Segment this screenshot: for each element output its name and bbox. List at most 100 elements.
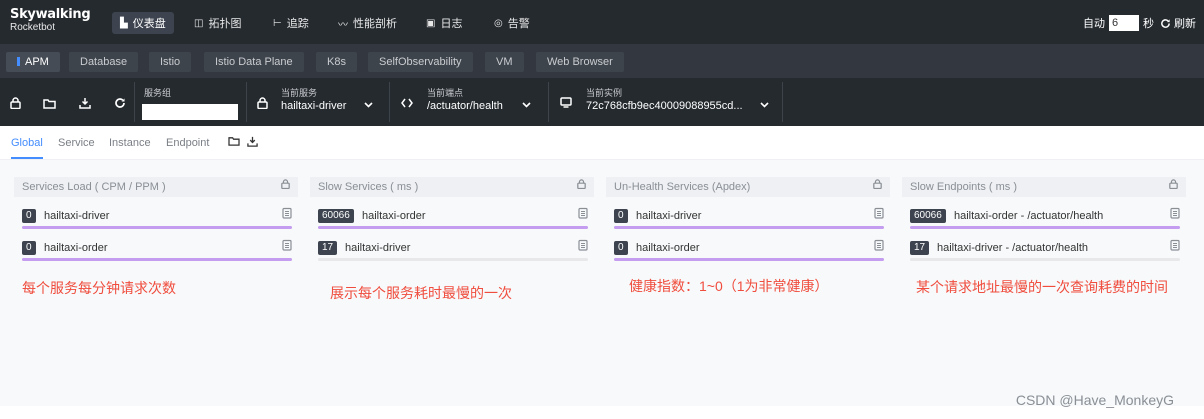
nav-label: 拓扑图	[208, 18, 242, 30]
nav-item-trace[interactable]: ⊢ 追踪	[265, 12, 317, 34]
divider	[782, 82, 783, 122]
copy-icon[interactable]	[578, 239, 588, 254]
instance-value: 72c768cfb9ec40009088955cd...	[586, 100, 743, 112]
lock-icon	[9, 97, 21, 109]
list-item[interactable]: 17 hailtaxi-driver	[310, 233, 594, 263]
value-badge: 17	[318, 241, 338, 255]
copy-icon[interactable]	[874, 239, 884, 254]
panel-title: Un-Health Services (Apdex)	[606, 177, 890, 197]
endpoint-name: hailtaxi-order - /actuator/health	[954, 210, 1104, 222]
service-group-label: 服务组	[144, 88, 172, 98]
service-group-input[interactable]	[142, 104, 238, 120]
value-badge: 0	[22, 209, 36, 223]
list-item[interactable]: 0 hailtaxi-order	[606, 233, 890, 263]
service-name: hailtaxi-driver	[636, 210, 702, 222]
copy-icon[interactable]	[282, 207, 292, 222]
download-icon[interactable]	[247, 136, 258, 150]
list-item[interactable]: 0 hailtaxi-order	[14, 233, 298, 263]
tab-endpoint[interactable]: Endpoint	[166, 137, 209, 149]
layer-tab-vm[interactable]: VM	[485, 52, 524, 72]
tab-global[interactable]: Global	[11, 137, 43, 159]
endpoint-chevron-down-icon[interactable]	[522, 100, 531, 111]
auto-refresh-interval-input[interactable]: 6	[1109, 15, 1139, 31]
auto-refresh: 自动 6 秒 刷新	[1083, 12, 1204, 34]
service-name: hailtaxi-driver	[44, 210, 110, 222]
download-tool-button[interactable]	[78, 96, 92, 110]
nav-label: 日志	[440, 18, 463, 30]
nav-item-dashboard[interactable]: ▙ 仪表盘	[112, 12, 174, 34]
annotation-services-load: 每个服务每分钟请求次数	[22, 280, 176, 296]
service-label: 当前服务	[281, 88, 318, 98]
nav-item-profile[interactable]: 〰 性能剖析	[330, 12, 405, 34]
folder-icon[interactable]	[228, 136, 240, 149]
lock-icon[interactable]	[873, 177, 882, 197]
divider	[548, 82, 549, 122]
app-logo[interactable]: Skywalking Rocketbot	[10, 8, 91, 33]
watermark: CSDN @Have_MonkeyG	[1015, 392, 1174, 408]
tab-instance[interactable]: Instance	[109, 137, 151, 149]
list-item[interactable]: 60066 hailtaxi-order	[310, 201, 594, 231]
list-item[interactable]: 0 hailtaxi-driver	[606, 201, 890, 231]
lock-tool-button[interactable]	[8, 96, 22, 110]
list-item[interactable]: 0 hailtaxi-driver	[14, 201, 298, 231]
nav-item-alarm[interactable]: ◎ 告警	[486, 12, 538, 34]
layer-tab-database[interactable]: Database	[69, 52, 139, 72]
lock-icon[interactable]	[281, 177, 290, 197]
panel-services-load: Services Load ( CPM / PPM ) 0 hailtaxi-d…	[14, 177, 298, 269]
service-chevron-down-icon[interactable]	[364, 100, 373, 111]
service-value: hailtaxi-driver	[281, 100, 347, 112]
nav-item-topology[interactable]: ◫ 拓扑图	[186, 12, 249, 34]
nav-item-log[interactable]: ▣ 日志	[418, 12, 470, 34]
layer-tab-selfobservability[interactable]: SelfObservability	[368, 52, 473, 72]
service-selector[interactable]: 当前服务 hailtaxi-driver	[281, 88, 346, 118]
alarm-icon: ◎	[494, 17, 503, 29]
layer-tabs: APM Database Istio Istio Data Plane K8s …	[0, 44, 1204, 78]
download-icon	[79, 98, 91, 109]
reload-tool-button[interactable]	[113, 96, 127, 110]
service-name: hailtaxi-order	[636, 242, 700, 254]
trace-icon: ⊢	[273, 17, 282, 29]
logo-sub: Rocketbot	[10, 22, 56, 33]
layer-tab-istio-data-plane[interactable]: Istio Data Plane	[204, 52, 304, 72]
layer-tab-k8s[interactable]: K8s	[316, 52, 357, 72]
value-bar-fill	[614, 258, 884, 261]
endpoint-label: 当前端点	[427, 88, 464, 98]
layer-tab-istio[interactable]: Istio	[149, 52, 192, 72]
top-nav: Skywalking Rocketbot ▙ 仪表盘 ◫ 拓扑图 ⊢ 追踪 〰 …	[0, 0, 1204, 44]
refresh-icon	[1161, 18, 1170, 28]
layer-tab-web-browser[interactable]: Web Browser	[536, 52, 624, 72]
topology-icon: ◫	[194, 17, 204, 29]
lock-icon[interactable]	[1169, 177, 1178, 197]
copy-icon[interactable]	[578, 207, 588, 222]
copy-icon[interactable]	[282, 239, 292, 254]
divider	[134, 82, 135, 122]
endpoint-selector[interactable]: 当前端点 /actuator/health	[427, 88, 503, 118]
folder-tool-button[interactable]	[42, 96, 56, 110]
refresh-button[interactable]: 刷新	[1160, 15, 1196, 31]
service-name: hailtaxi-driver	[345, 242, 411, 254]
nav-label: 追踪	[286, 18, 309, 30]
copy-icon[interactable]	[874, 207, 884, 222]
layer-tab-apm[interactable]: APM	[6, 52, 60, 72]
panel-unhealth-services: Un-Health Services (Apdex) 0 hailtaxi-dr…	[606, 177, 890, 269]
divider	[389, 82, 390, 122]
annotation-slow-endpoints: 某个请求地址最慢的一次查询耗费的时间	[916, 279, 1168, 295]
instance-selector[interactable]: 当前实例 72c768cfb9ec40009088955cd...	[586, 88, 743, 118]
dashboard-tabs: Global Service Instance Endpoint	[0, 126, 1204, 160]
panel-title-text: Services Load ( CPM / PPM )	[22, 181, 166, 193]
instance-chevron-down-icon[interactable]	[760, 100, 769, 111]
value-bar	[318, 226, 588, 229]
list-item[interactable]: 17 hailtaxi-driver - /actuator/health	[902, 233, 1186, 263]
auto-refresh-toggle[interactable]: 自动	[1083, 15, 1105, 31]
endpoint-name: hailtaxi-driver - /actuator/health	[937, 242, 1089, 254]
lock-icon[interactable]	[577, 177, 586, 197]
nav-label: 仪表盘	[132, 18, 166, 30]
list-item[interactable]: 60066 hailtaxi-order - /actuator/health	[902, 201, 1186, 231]
copy-icon[interactable]	[1170, 239, 1180, 254]
tab-service[interactable]: Service	[58, 137, 95, 149]
copy-icon[interactable]	[1170, 207, 1180, 222]
value-bar-fill	[318, 226, 588, 229]
value-bar	[614, 258, 884, 261]
value-bar-fill	[22, 258, 292, 261]
dashboard-icon: ▙	[120, 17, 128, 29]
